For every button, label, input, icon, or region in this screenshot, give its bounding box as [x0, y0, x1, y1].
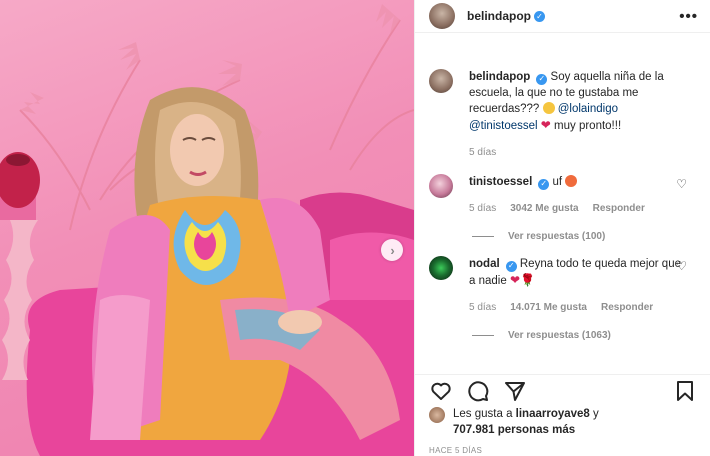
view-replies-label[interactable]: Ver respuestas (100)	[508, 231, 605, 242]
likes-prefix: Les gusta a	[453, 408, 513, 420]
likes-joiner: y	[593, 408, 599, 420]
comment-item: nodal ✓ Reyna todo te queda mejor que a n…	[415, 256, 710, 316]
comment-text-block: nodal ✓ Reyna todo te queda mejor que a n…	[469, 256, 684, 316]
divider	[472, 236, 494, 237]
comment-time[interactable]: 5 días	[469, 300, 496, 316]
like-comment-icon[interactable]: ♡	[676, 259, 687, 273]
view-replies[interactable]: Ver respuestas (1063)	[472, 330, 710, 341]
comment-text: uf	[552, 176, 563, 188]
heart-eyes-emoji-icon	[565, 175, 578, 187]
comment-text: Reyna todo te queda mejor que a nadie	[469, 258, 681, 287]
header-username[interactable]: belindapop	[467, 9, 531, 23]
comment-icon[interactable]	[466, 379, 490, 403]
avatar[interactable]	[429, 3, 455, 29]
comment-time[interactable]: 5 días	[469, 201, 496, 217]
liker-username[interactable]: linaarroyave8	[516, 408, 590, 420]
comment-text-block: tinistoessel ✓ uf 5 días 3042 Me gusta Re…	[469, 174, 684, 217]
verified-icon: ✓	[505, 260, 517, 272]
reply-button[interactable]: Responder	[593, 201, 645, 217]
likes-text: Les gusta a linaarroyave8 y 707.981 pers…	[453, 406, 599, 438]
heart-icon[interactable]	[429, 379, 453, 403]
comment-likes[interactable]: 3042 Me gusta	[510, 201, 578, 217]
bookmark-icon[interactable]	[673, 379, 697, 403]
caption-text-block: belindapop ✓ Soy aquella niña de la escue…	[469, 69, 684, 161]
comments-list: belindapop ✓ Soy aquella niña de la escue…	[415, 55, 710, 341]
chevron-right-icon: ›	[390, 242, 395, 258]
likes-count[interactable]: 707.981 personas más	[453, 424, 575, 436]
next-photo-button[interactable]: ›	[381, 239, 403, 261]
comment-meta: 5 días 14.071 Me gusta Responder	[469, 300, 684, 316]
avatar[interactable]	[429, 69, 453, 93]
divider	[472, 335, 494, 336]
like-comment-icon[interactable]: ♡	[676, 177, 687, 191]
heart-emoji-icon: ❤	[540, 118, 551, 132]
comment-item: tinistoessel ✓ uf 5 días 3042 Me gusta Re…	[415, 174, 710, 217]
caption-username[interactable]: belindapop	[469, 71, 530, 83]
verified-icon: ✓	[538, 178, 550, 190]
avatar[interactable]	[429, 174, 453, 198]
share-icon[interactable]	[503, 379, 527, 403]
comment-likes[interactable]: 14.071 Me gusta	[510, 300, 587, 316]
post-side-panel: belindapop ✓ ••• belindapop ✓ Soy aquella…	[414, 0, 710, 456]
view-replies[interactable]: Ver respuestas (100)	[472, 231, 710, 242]
photo-illustration	[0, 4, 414, 456]
action-bar	[415, 374, 710, 406]
more-horizontal-icon[interactable]: •••	[679, 8, 698, 25]
mention-link[interactable]: @lolaindigo	[558, 103, 618, 115]
instagram-post: › belindapop ✓ ••• belindapop ✓ Soy aquel…	[0, 0, 710, 456]
caption: belindapop ✓ Soy aquella niña de la escue…	[415, 69, 710, 161]
caption-end: muy pronto!!!	[554, 120, 622, 132]
heart-emoji-icon: ❤	[509, 273, 520, 287]
verified-icon: ✓	[534, 10, 545, 22]
rose-emoji-icon: 🌹	[520, 273, 535, 287]
comment-username[interactable]: nodal	[469, 258, 500, 270]
caption-time[interactable]: 5 días	[469, 145, 496, 161]
comment-username[interactable]: tinistoessel	[469, 176, 532, 188]
reply-button[interactable]: Responder	[601, 300, 653, 316]
post-photo[interactable]: ›	[0, 0, 414, 456]
face-emoji-icon	[542, 102, 555, 114]
likes-summary: Les gusta a linaarroyave8 y 707.981 pers…	[429, 406, 599, 438]
mention-link[interactable]: @tinistoessel	[469, 120, 538, 132]
view-replies-label[interactable]: Ver respuestas (1063)	[508, 330, 611, 341]
avatar[interactable]	[429, 407, 445, 423]
post-header: belindapop ✓ •••	[415, 0, 710, 33]
post-timestamp[interactable]: HACE 5 DÍAS	[429, 446, 482, 455]
caption-meta: 5 días	[469, 145, 684, 161]
verified-icon: ✓	[536, 73, 548, 85]
avatar[interactable]	[429, 256, 453, 280]
comment-meta: 5 días 3042 Me gusta Responder	[469, 201, 684, 217]
